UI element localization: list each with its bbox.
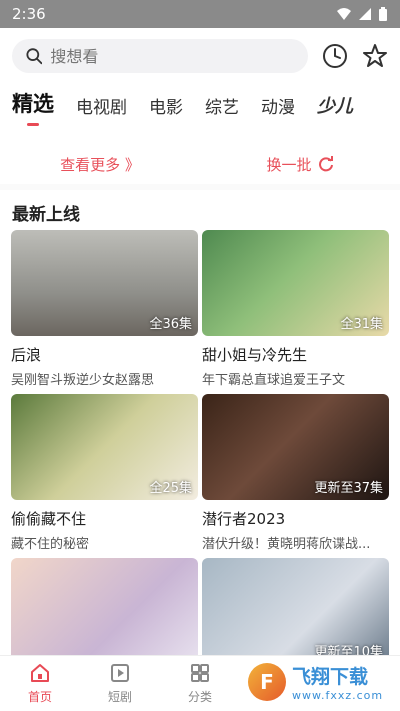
video-grid: 全36集 后浪 吴刚智斗叛逆少女赵露思 全31集 甜小姐与冷先生 年下霸总直球追… bbox=[0, 230, 400, 670]
tab-movies[interactable]: 电影 bbox=[149, 93, 183, 128]
video-card[interactable]: 更新至37集 潜行者2023 潜伏升级！黄晓明蒋欣谍战... bbox=[202, 394, 389, 552]
video-title: 后浪 bbox=[11, 346, 42, 364]
video-card[interactable] bbox=[11, 558, 198, 664]
view-more-label: 查看更多 》 bbox=[60, 155, 140, 174]
previous-row-clipped bbox=[0, 128, 400, 144]
category-tabs: 精选 电视剧 电影 综艺 动漫 少儿 bbox=[0, 84, 400, 128]
video-title: 甜小姐与冷先生 bbox=[202, 346, 308, 364]
poster-image bbox=[11, 558, 198, 664]
nav-short-drama-label: 短剧 bbox=[107, 690, 132, 704]
star-icon bbox=[363, 44, 387, 67]
top-bar bbox=[0, 28, 400, 84]
tab-kids[interactable]: 少儿 bbox=[317, 92, 353, 128]
video-description: 年下霸总直球追爱王子文 bbox=[202, 373, 346, 388]
video-card[interactable]: 更新至10集 bbox=[202, 558, 389, 664]
tab-tv-series[interactable]: 电视剧 bbox=[76, 93, 127, 128]
status-icons bbox=[336, 6, 388, 22]
watermark: F 飞翔下载 www.fxxz.com bbox=[248, 659, 388, 705]
video-description: 藏不住的秘密 bbox=[11, 537, 90, 552]
nav-category[interactable]: 分类 bbox=[160, 656, 240, 711]
play-icon bbox=[111, 664, 129, 682]
home-icon bbox=[31, 664, 49, 682]
nav-home[interactable]: 首页 bbox=[0, 656, 80, 711]
section-actions: 查看更多 》 换一批 bbox=[0, 144, 400, 184]
wifi-icon bbox=[337, 8, 351, 20]
video-title: 潜行者2023 bbox=[202, 510, 286, 528]
section-title: 最新上线 bbox=[12, 205, 80, 225]
favorites-button[interactable] bbox=[362, 43, 388, 69]
video-card[interactable]: 全36集 后浪 吴刚智斗叛逆少女赵露思 bbox=[11, 230, 198, 388]
search-box[interactable] bbox=[12, 39, 308, 73]
search-icon bbox=[26, 48, 43, 65]
refresh-batch-label: 换一批 bbox=[266, 155, 312, 174]
poster-image: 更新至37集 bbox=[202, 394, 389, 500]
grid-icon bbox=[191, 664, 209, 682]
watermark-sub: www.fxxz.com bbox=[292, 689, 384, 702]
history-button[interactable] bbox=[322, 43, 348, 69]
view-more-button[interactable]: 查看更多 》 bbox=[0, 154, 200, 175]
refresh-batch-button[interactable]: 换一批 bbox=[200, 154, 400, 175]
tab-variety[interactable]: 综艺 bbox=[205, 93, 239, 128]
nav-short-drama[interactable]: 短剧 bbox=[80, 656, 160, 711]
battery-icon bbox=[379, 6, 387, 21]
poster-image: 更新至10集 bbox=[202, 558, 389, 664]
episode-badge: 全31集 bbox=[340, 317, 383, 332]
bottom-nav: 首页 短剧 分类 F 飞翔下载 www.fxxz.com bbox=[0, 655, 400, 711]
episode-badge: 全36集 bbox=[149, 317, 192, 332]
video-card[interactable]: 全31集 甜小姐与冷先生 年下霸总直球追爱王子文 bbox=[202, 230, 389, 388]
status-time: 2:36 bbox=[12, 5, 46, 23]
signal-icon bbox=[359, 8, 371, 20]
nav-home-label: 首页 bbox=[27, 690, 52, 704]
video-card[interactable]: 全25集 偷偷藏不住 藏不住的秘密 bbox=[11, 394, 198, 552]
poster-image: 全36集 bbox=[11, 230, 198, 336]
nav-category-label: 分类 bbox=[187, 690, 212, 704]
status-bar: 2:36 bbox=[0, 0, 400, 28]
watermark-main: 飞翔下载 bbox=[292, 666, 369, 688]
video-description: 潜伏升级！黄晓明蒋欣谍战... bbox=[202, 537, 371, 552]
video-description: 吴刚智斗叛逆少女赵露思 bbox=[11, 373, 155, 388]
poster-image: 全31集 bbox=[202, 230, 389, 336]
clock-icon bbox=[323, 44, 347, 68]
poster-image: 全25集 bbox=[11, 394, 198, 500]
video-title: 偷偷藏不住 bbox=[11, 510, 87, 528]
tab-featured[interactable]: 精选 bbox=[12, 88, 54, 128]
watermark-logo: F bbox=[248, 663, 286, 701]
tab-anime[interactable]: 动漫 bbox=[261, 93, 295, 128]
search-input[interactable] bbox=[50, 46, 294, 66]
episode-badge: 全25集 bbox=[149, 481, 192, 496]
refresh-icon bbox=[318, 156, 333, 172]
episode-badge: 更新至37集 bbox=[314, 481, 383, 496]
